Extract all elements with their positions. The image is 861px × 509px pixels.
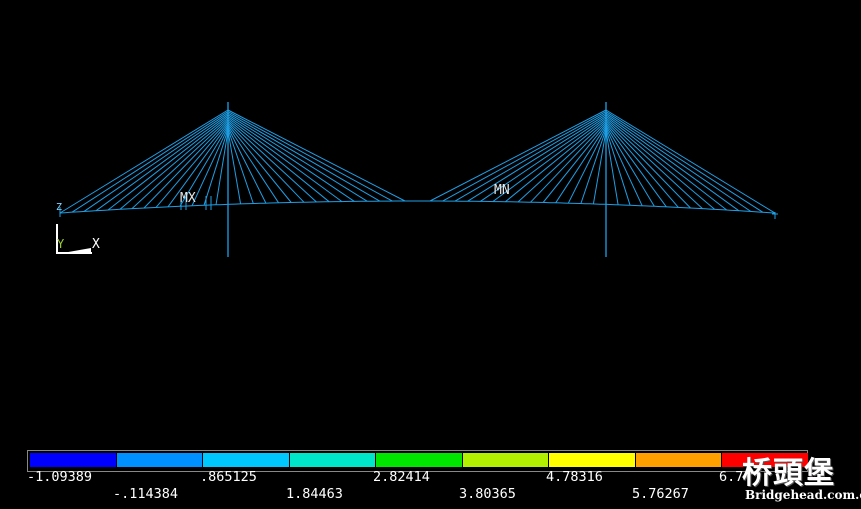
stay-cable bbox=[454, 112, 607, 202]
stay-cable bbox=[605, 120, 691, 209]
deck-girder bbox=[59, 200, 776, 214]
stay-cable bbox=[215, 130, 229, 205]
graphics-viewport[interactable]: MX MN Y X Z -1.09389 -.114384 .865125 1.… bbox=[0, 0, 861, 509]
legend-label-6: 4.78316 bbox=[546, 469, 603, 485]
legend-label-4: 2.82414 bbox=[373, 469, 430, 485]
site-watermark: 桥頭堡 Bridgehead.com.cn bbox=[742, 452, 861, 504]
stay-cable bbox=[227, 119, 330, 203]
triad-y-label: Y bbox=[57, 237, 65, 251]
stay-cable bbox=[227, 125, 280, 204]
legend-color-cell bbox=[376, 453, 462, 467]
stay-cable bbox=[227, 109, 406, 202]
node-z-label: Z bbox=[56, 202, 63, 213]
stay-cable bbox=[71, 111, 229, 213]
legend-label-2: .865125 bbox=[200, 469, 257, 485]
legend-label-1: -.114384 bbox=[113, 486, 179, 502]
coordinate-triad: Y X bbox=[54, 224, 104, 260]
legend-color-cell bbox=[462, 453, 549, 467]
legend-color-cell bbox=[289, 453, 376, 467]
legend-color-cell bbox=[30, 453, 116, 467]
watermark-logo-text: 桥頭堡 bbox=[742, 456, 835, 491]
stay-cable bbox=[505, 119, 607, 203]
stay-cable bbox=[107, 116, 229, 211]
watermark-url: Bridgehead.com.cn bbox=[745, 488, 861, 502]
stay-cable bbox=[555, 125, 607, 204]
stay-cable bbox=[605, 114, 740, 212]
stay-cable bbox=[227, 111, 393, 202]
triad-x-label: X bbox=[92, 237, 100, 252]
legend-label-7: 5.76267 bbox=[632, 486, 689, 502]
stay-cable bbox=[95, 114, 229, 212]
legend-label-3: 1.84463 bbox=[286, 486, 343, 502]
legend-label-8: 6.7 bbox=[719, 469, 744, 485]
stay-cable bbox=[429, 109, 607, 202]
legend-label-0: -1.09389 bbox=[27, 469, 93, 485]
stay-cable bbox=[605, 111, 764, 213]
stay-cable bbox=[227, 112, 380, 202]
legend-color-cell bbox=[203, 453, 289, 467]
stay-cable bbox=[605, 116, 728, 211]
legend-color-cell bbox=[116, 453, 203, 467]
legend-color-cell bbox=[635, 453, 722, 467]
stay-cable bbox=[605, 130, 619, 205]
stay-cable bbox=[442, 111, 607, 202]
legend-label-5: 3.80365 bbox=[459, 486, 516, 502]
legend-color-cell bbox=[549, 453, 635, 467]
cable-stayed-bridge-model bbox=[59, 102, 778, 257]
max-marker: MX bbox=[180, 191, 196, 206]
min-marker: MN bbox=[494, 183, 510, 198]
